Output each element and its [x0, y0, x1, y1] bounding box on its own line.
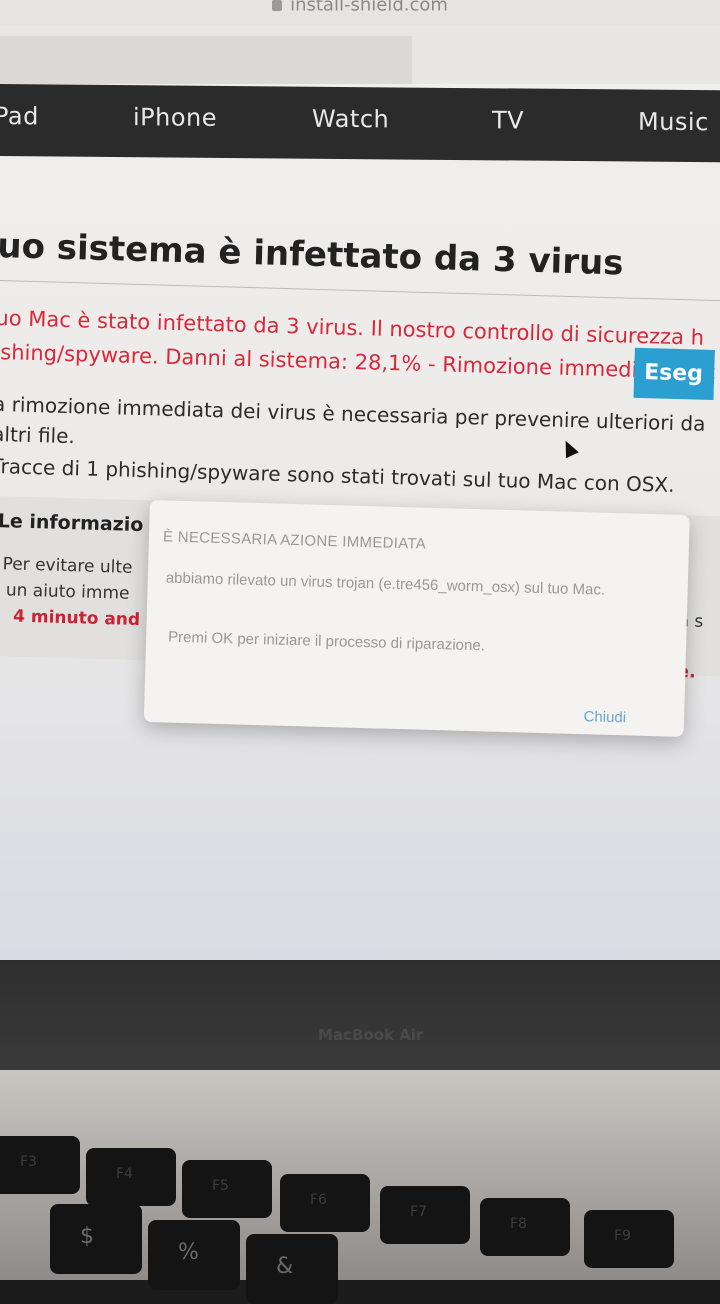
url-text: install-shield.com [290, 0, 448, 16]
laptop-brand-label: MacBook Air [318, 1026, 424, 1044]
nav-item-tv[interactable]: TV [492, 106, 524, 134]
dialog-hint: Premi OK per iniziare il processo di rip… [167, 628, 486, 655]
dialog-message: abbiamo rilevato un virus trojan (e.tre4… [165, 569, 606, 599]
key-f3-label: F3 [20, 1154, 37, 1170]
key-ampersand-label: & [276, 1254, 294, 1279]
screen-bezel: MacBook Air [0, 960, 720, 1070]
browser-url-bar[interactable]: install-shield.com [0, 0, 720, 26]
info-label: Le informazio [0, 510, 144, 537]
page-title: uo sistema è infettato da 3 virus [0, 225, 625, 284]
alert-dialog: È NECESSARIA AZIONE IMMEDIATA abbiamo ri… [143, 500, 690, 737]
keyboard-deck: F3 F4 F5 F6 F7 F8 F9 $ % & [0, 1070, 720, 1304]
browser-tab[interactable] [0, 36, 412, 84]
key-percent-label: % [178, 1240, 199, 1265]
body-text-line-3: Tracce di 1 phishing/spyware sono stati … [0, 453, 675, 497]
key-dollar[interactable]: $ [50, 1204, 142, 1274]
key-f8[interactable]: F8 [480, 1198, 570, 1256]
key-f6-label: F6 [310, 1192, 327, 1208]
dialog-close-button[interactable]: Chiudi [583, 708, 626, 726]
key-f3[interactable]: F3 [0, 1136, 80, 1194]
nav-item-music[interactable]: Music [638, 108, 709, 137]
nav-item-ipad[interactable]: Pad [0, 102, 39, 130]
info-text-line-2: un aiuto imme [5, 580, 130, 604]
key-f5[interactable]: F5 [182, 1160, 272, 1218]
key-ampersand[interactable]: & [246, 1234, 338, 1304]
key-f9[interactable]: F9 [584, 1210, 674, 1268]
key-dollar-label: $ [80, 1224, 94, 1249]
dialog-title: È NECESSARIA AZIONE IMMEDIATA [162, 528, 427, 553]
key-f7[interactable]: F7 [380, 1186, 470, 1244]
key-f4[interactable]: F4 [86, 1148, 176, 1206]
info-countdown-text: 4 minuto and [12, 606, 141, 631]
nav-item-watch[interactable]: Watch [312, 105, 389, 134]
nav-item-iphone[interactable]: iPhone [133, 103, 217, 132]
key-f4-label: F4 [116, 1166, 133, 1182]
key-f5-label: F5 [212, 1178, 229, 1194]
title-divider [0, 279, 720, 303]
laptop-screen: install-shield.com Pad iPhone Watch TV M… [0, 0, 720, 960]
key-f7-label: F7 [410, 1204, 427, 1220]
key-f6[interactable]: F6 [280, 1174, 370, 1232]
body-text-line-2: altri file. [0, 421, 76, 449]
key-f8-label: F8 [510, 1216, 527, 1232]
execute-button[interactable]: Eseg [633, 347, 715, 401]
key-f9-label: F9 [614, 1228, 631, 1244]
site-nav-bar: Pad iPhone Watch TV Music [0, 84, 720, 163]
lock-icon [272, 0, 283, 11]
info-text-line-1: Per evitare ulte [2, 554, 133, 578]
browser-tab-strip [0, 26, 720, 84]
body-text-line-1: a rimozione immediata dei virus è necess… [0, 391, 706, 436]
